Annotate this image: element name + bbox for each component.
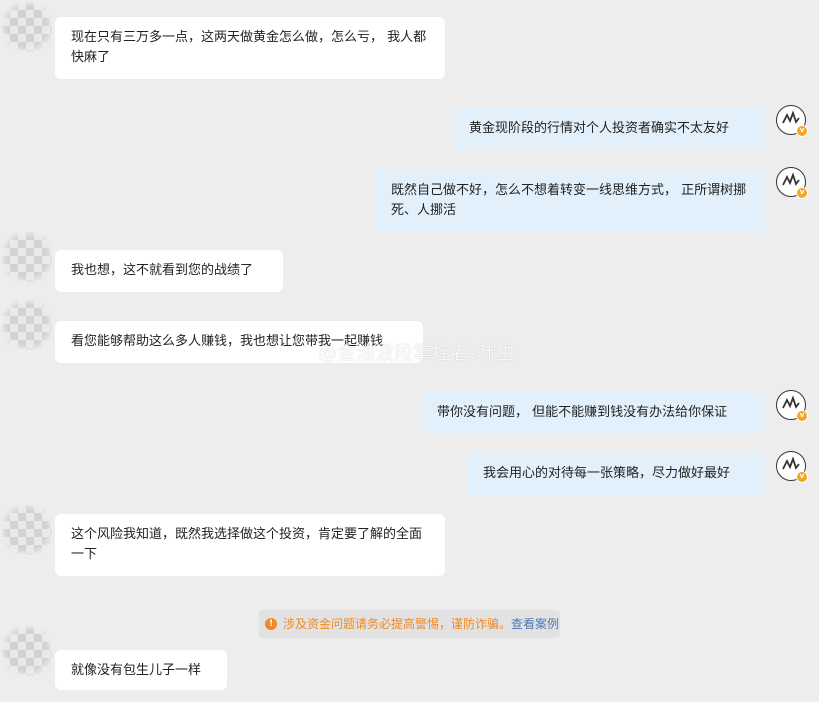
chat-bubble-received: 这个风险我知道，既然我选择做这个投资，肯定要了解的全面一下 xyxy=(55,514,445,576)
message-text: 我会用心的对待每一张策略，尽力做好最好 xyxy=(483,466,731,481)
message-text: 就像没有包生儿子一样 xyxy=(71,663,202,678)
chat-bubble-received: 就像没有包生儿子一样 xyxy=(55,650,227,690)
self-avatar[interactable]: v xyxy=(776,167,808,199)
chat-bubble-received: 我也想，这不就看到您的战绩了 xyxy=(55,250,283,292)
verified-badge-icon: v xyxy=(796,410,808,422)
chat-bubble-received: 看您能够帮助这么多人赚钱，我也想让您带我一起赚钱 xyxy=(55,321,423,363)
message-text: 现在只有三万多一点，这两天做黄金怎么做，怎么亏， 我人都快麻了 xyxy=(71,30,427,65)
verified-badge-icon: v xyxy=(796,125,808,137)
contact-avatar[interactable] xyxy=(2,626,52,676)
self-avatar[interactable]: v xyxy=(776,390,808,422)
chat-bubble-received: 现在只有三万多一点，这两天做黄金怎么做，怎么亏， 我人都快麻了 xyxy=(55,17,445,79)
message-text: 我也想，这不就看到您的战绩了 xyxy=(71,263,254,278)
view-cases-link[interactable]: 查看案例 xyxy=(511,617,559,631)
notice-text: 涉及资金问题请务必提高警惕，谨防诈骗。 xyxy=(283,617,512,631)
safety-notice: ! 涉及资金问题请务必提高警惕，谨防诈骗。查看案例 xyxy=(259,610,560,638)
message-text: 带你没有问题， 但能不能赚到钱没有办法给你保证 xyxy=(437,405,728,420)
self-avatar[interactable]: v xyxy=(776,105,808,137)
message-text: 黄金现阶段的行情对个人投资者确实不太友好 xyxy=(469,121,730,136)
contact-avatar[interactable] xyxy=(2,2,52,52)
verified-badge-icon: v xyxy=(796,187,808,199)
chat-bubble-sent: 带你没有问题， 但能不能赚到钱没有办法给你保证 xyxy=(421,392,765,434)
message-text: 看您能够帮助这么多人赚钱，我也想让您带我一起赚钱 xyxy=(71,334,384,349)
contact-avatar[interactable] xyxy=(2,232,52,282)
message-text: 既然自己做不好，怎么不想着转变一线思维方式， 正所谓树挪死、人挪活 xyxy=(391,183,747,218)
chat-bubble-sent: 黄金现阶段的行情对个人投资者确实不太友好 xyxy=(453,108,765,150)
info-icon: ! xyxy=(265,618,277,630)
contact-avatar[interactable] xyxy=(2,505,52,555)
self-avatar[interactable]: v xyxy=(776,451,808,483)
verified-badge-icon: v xyxy=(796,471,808,483)
chat-bubble-sent: 既然自己做不好，怎么不想着转变一线思维方式， 正所谓树挪死、人挪活 xyxy=(375,170,765,232)
contact-avatar[interactable] xyxy=(2,300,52,350)
chat-bubble-sent: 我会用心的对待每一张策略，尽力做好最好 xyxy=(467,453,765,495)
message-text: 这个风险我知道，既然我选择做这个投资，肯定要了解的全面一下 xyxy=(71,527,423,562)
